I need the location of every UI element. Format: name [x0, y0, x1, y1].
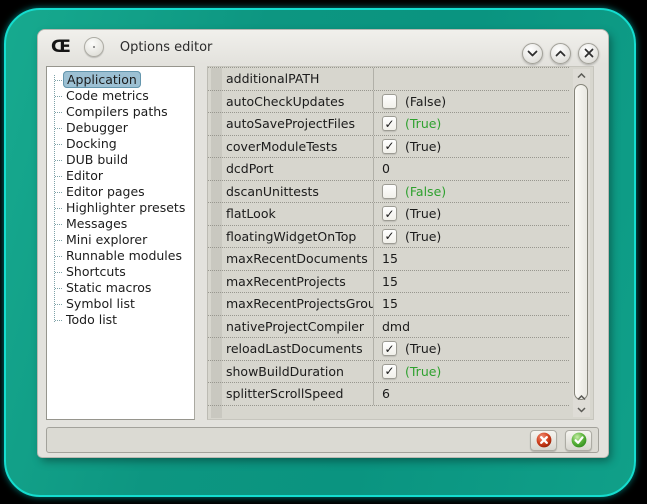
checkbox-checked-icon[interactable]: ✓ [382, 206, 397, 221]
sidebar-item-messages[interactable]: Messages [47, 216, 194, 232]
window-title: Options editor [120, 40, 213, 55]
options-editor-window: Œ Options editor Application Code metric… [38, 30, 608, 457]
checkbox-checked-icon[interactable]: ✓ [382, 116, 397, 131]
property-name: dscanUnittests [226, 184, 373, 199]
table-row[interactable]: reloadLastDocuments ✓ (True) [208, 338, 569, 361]
checkbox-unchecked-icon[interactable] [382, 94, 397, 109]
property-name: flatLook [226, 206, 373, 221]
property-name: maxRecentProjectsGrou [226, 296, 373, 311]
scrollbar-thumb[interactable] [574, 84, 588, 400]
shade-up-button[interactable] [550, 43, 571, 64]
checkbox-checked-icon[interactable]: ✓ [382, 229, 397, 244]
accept-icon [571, 432, 587, 448]
property-value[interactable]: ✓ (True) [373, 338, 569, 360]
property-name: nativeProjectCompiler [226, 319, 373, 334]
cancel-button[interactable] [530, 430, 557, 451]
close-button[interactable] [578, 43, 599, 64]
chevron-down-icon [527, 50, 538, 57]
scroll-up-button[interactable] [573, 70, 590, 82]
sidebar-item-todo-list[interactable]: Todo list [47, 312, 194, 328]
table-row[interactable]: nativeProjectCompiler dmd [208, 316, 569, 339]
window-menu-button[interactable] [84, 37, 104, 57]
property-value[interactable]: ✓ (True) [373, 361, 569, 383]
property-name: reloadLastDocuments [226, 341, 373, 356]
chevron-up-icon [577, 395, 586, 401]
sidebar-item-editor[interactable]: Editor [47, 168, 194, 184]
table-row[interactable]: flatLook ✓ (True) [208, 203, 569, 226]
property-name: autoSaveProjectFiles [226, 116, 373, 131]
property-name: splitterScrollSpeed [226, 386, 373, 401]
table-row[interactable]: maxRecentDocuments 15 [208, 248, 569, 271]
property-value[interactable]: 15 [373, 293, 569, 315]
property-value[interactable]: dmd [373, 316, 569, 338]
table-row[interactable]: additionalPATH [208, 68, 569, 91]
checkbox-checked-icon[interactable]: ✓ [382, 139, 397, 154]
checkbox-unchecked-icon[interactable] [382, 184, 397, 199]
property-value[interactable]: 6 [373, 383, 569, 405]
property-value[interactable]: 15 [373, 248, 569, 270]
table-row[interactable]: autoSaveProjectFiles ✓ (True) [208, 113, 569, 136]
shade-down-button[interactable] [522, 43, 543, 64]
coedit-logo-icon: Œ [51, 39, 71, 56]
table-row[interactable]: dcdPort 0 [208, 158, 569, 181]
property-name: dcdPort [226, 161, 373, 176]
table-row[interactable]: maxRecentProjects 15 [208, 271, 569, 294]
property-value[interactable]: ✓ (True) [373, 203, 569, 225]
property-value[interactable]: 15 [373, 271, 569, 293]
property-rows: additionalPATH autoCheckUpdates (False) … [208, 67, 569, 406]
property-value[interactable]: ✓ (True) [373, 226, 569, 248]
sidebar-item-mini-explorer[interactable]: Mini explorer [47, 232, 194, 248]
table-row[interactable]: dscanUnittests (False) [208, 181, 569, 204]
chevron-down-icon [577, 407, 586, 413]
close-icon [584, 48, 594, 58]
footer-bar [46, 427, 599, 453]
sidebar-item-dub-build[interactable]: DUB build [47, 152, 194, 168]
property-name: floatingWidgetOnTop [226, 229, 373, 244]
table-row[interactable]: floatingWidgetOnTop ✓ (True) [208, 226, 569, 249]
sidebar-item-highlighter-presets[interactable]: Highlighter presets [47, 200, 194, 216]
chevron-up-icon [555, 50, 566, 57]
property-grid: additionalPATH autoCheckUpdates (False) … [207, 66, 594, 420]
scroll-down-button[interactable] [573, 404, 590, 416]
property-value[interactable]: ✓ (True) [373, 136, 569, 158]
property-value[interactable]: ✓ (True) [373, 113, 569, 135]
checkbox-checked-icon[interactable]: ✓ [382, 364, 397, 379]
sidebar-item-editor-pages[interactable]: Editor pages [47, 184, 194, 200]
checkbox-checked-icon[interactable]: ✓ [382, 341, 397, 356]
accept-button[interactable] [565, 430, 592, 451]
categories-tree: Application Code metrics Compilers paths… [47, 67, 194, 328]
sidebar-item-symbol-list[interactable]: Symbol list [47, 296, 194, 312]
table-row[interactable]: maxRecentProjectsGrou 15 [208, 293, 569, 316]
property-name: autoCheckUpdates [226, 94, 373, 109]
table-row[interactable]: showBuildDuration ✓ (True) [208, 361, 569, 384]
property-value[interactable]: (False) [373, 181, 569, 203]
sidebar-item-compilers-paths[interactable]: Compilers paths [47, 104, 194, 120]
sidebar-item-runnable-modules[interactable]: Runnable modules [47, 248, 194, 264]
table-row[interactable]: coverModuleTests ✓ (True) [208, 136, 569, 159]
sidebar-item-static-macros[interactable]: Static macros [47, 280, 194, 296]
property-value[interactable] [373, 68, 569, 90]
window-controls [522, 43, 599, 64]
vertical-scrollbar[interactable] [573, 69, 590, 417]
screenshot-stage: Œ Options editor Application Code metric… [0, 0, 647, 504]
property-value[interactable]: 0 [373, 158, 569, 180]
scroll-up-button-bottom[interactable] [573, 392, 590, 404]
sidebar-item-shortcuts[interactable]: Shortcuts [47, 264, 194, 280]
sidebar-item-docking[interactable]: Docking [47, 136, 194, 152]
titlebar[interactable]: Œ Options editor [38, 30, 608, 64]
cancel-icon [536, 432, 552, 448]
property-name: maxRecentProjects [226, 274, 373, 289]
sidebar-item-code-metrics[interactable]: Code metrics [47, 88, 194, 104]
property-name: showBuildDuration [226, 364, 373, 379]
property-value[interactable]: (False) [373, 91, 569, 113]
property-name: additionalPATH [226, 71, 373, 86]
property-name: maxRecentDocuments [226, 251, 373, 266]
sidebar-item-debugger[interactable]: Debugger [47, 120, 194, 136]
table-row[interactable]: autoCheckUpdates (False) [208, 91, 569, 114]
property-name: coverModuleTests [226, 139, 373, 154]
table-row[interactable]: splitterScrollSpeed 6 [208, 383, 569, 406]
chevron-up-icon [577, 73, 586, 79]
categories-panel: Application Code metrics Compilers paths… [46, 66, 195, 420]
sidebar-item-application[interactable]: Application [47, 72, 194, 88]
